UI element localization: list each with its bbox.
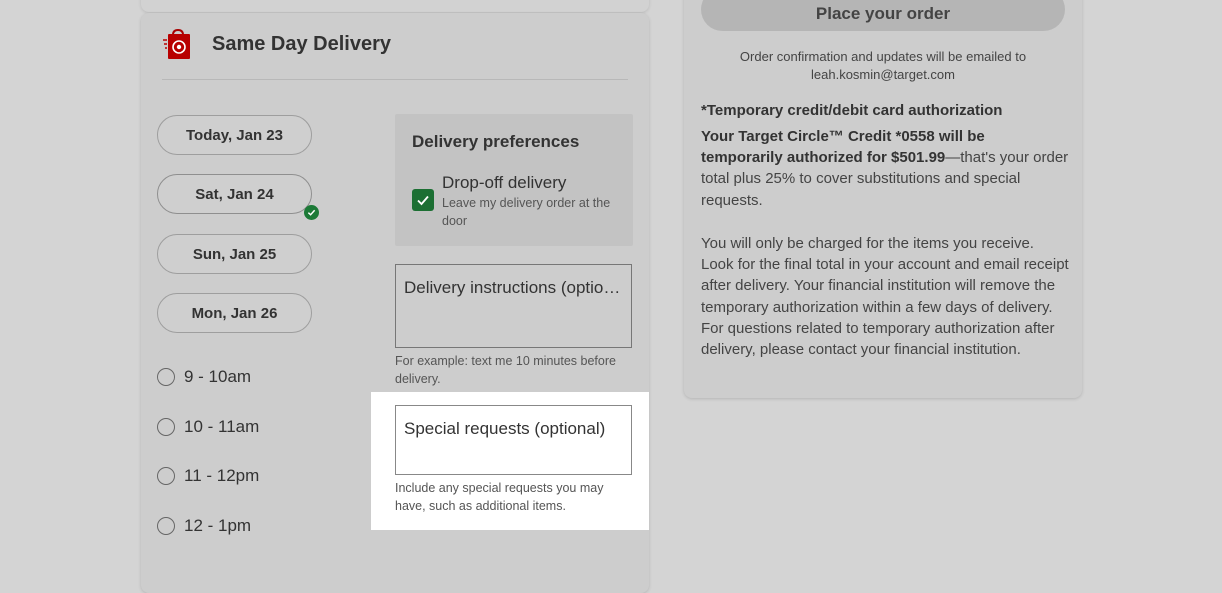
- special-requests-section: Special requests (optional) Include any …: [371, 392, 649, 530]
- special-requests-field[interactable]: Special requests (optional): [395, 405, 632, 475]
- radio-button[interactable]: [157, 368, 175, 386]
- time-slot-label: 9 - 10am: [184, 367, 252, 386]
- dropoff-label: Drop-off delivery: [442, 173, 567, 192]
- special-requests-label: Special requests (optional): [404, 419, 606, 438]
- special-requests-helper: Include any special requests you may hav…: [395, 481, 604, 513]
- delivery-instructions-field[interactable]: Delivery instructions (optional): [395, 264, 632, 348]
- time-slot-option[interactable]: 9 - 10am: [157, 365, 251, 389]
- radio-button[interactable]: [157, 467, 175, 485]
- time-slot-label: 10 - 11am: [184, 417, 260, 436]
- section-title: Same Day Delivery: [212, 33, 392, 55]
- previous-section-card: [141, 0, 649, 12]
- authorization-bold-text: Your Target Circle™ Credit *0558 will be…: [701, 128, 985, 167]
- time-slot-label: 11 - 12pm: [184, 466, 260, 485]
- day-option-label: Sun, Jan 25: [192, 245, 277, 263]
- time-slot-label: 12 - 1pm: [184, 516, 252, 535]
- charge-info-text: You will only be charged for the items y…: [701, 235, 1069, 359]
- confirmation-note: Order confirmation and updates will be e…: [739, 49, 1027, 82]
- delivery-instructions-label: Delivery instructions (optional): [404, 278, 623, 297]
- selected-check-icon: [304, 205, 319, 220]
- dropoff-checkbox[interactable]: [412, 189, 434, 211]
- same-day-delivery-bag-icon: [163, 28, 190, 59]
- day-option-label: Mon, Jan 26: [191, 304, 278, 322]
- dropoff-description: Leave my delivery order at the door: [442, 196, 611, 228]
- day-option-today[interactable]: Today, Jan 23: [157, 115, 312, 155]
- time-slot-option[interactable]: 11 - 12pm: [157, 464, 259, 488]
- delivery-instructions-helper: For example: text me 10 minutes before d…: [395, 354, 616, 386]
- time-slot-option[interactable]: 12 - 1pm: [157, 514, 251, 538]
- day-option-mon[interactable]: Mon, Jan 26: [157, 293, 312, 333]
- authorization-text: Your Target Circle™ Credit *0558 will be…: [701, 126, 1069, 211]
- authorization-title: *Temporary credit/debit card authorizati…: [701, 102, 1003, 119]
- day-option-sun[interactable]: Sun, Jan 25: [157, 234, 312, 274]
- place-order-button[interactable]: Place your order: [701, 0, 1065, 31]
- day-option-label: Sat, Jan 24: [195, 185, 274, 203]
- radio-button[interactable]: [157, 517, 175, 535]
- radio-button[interactable]: [157, 418, 175, 436]
- checkmark-icon: [417, 195, 429, 206]
- day-option-label: Today, Jan 23: [186, 126, 283, 144]
- delivery-preferences-title: Delivery preferences: [412, 132, 580, 151]
- divider: [162, 79, 628, 80]
- day-option-sat[interactable]: Sat, Jan 24: [157, 174, 312, 214]
- time-slot-option[interactable]: 10 - 11am: [157, 415, 259, 439]
